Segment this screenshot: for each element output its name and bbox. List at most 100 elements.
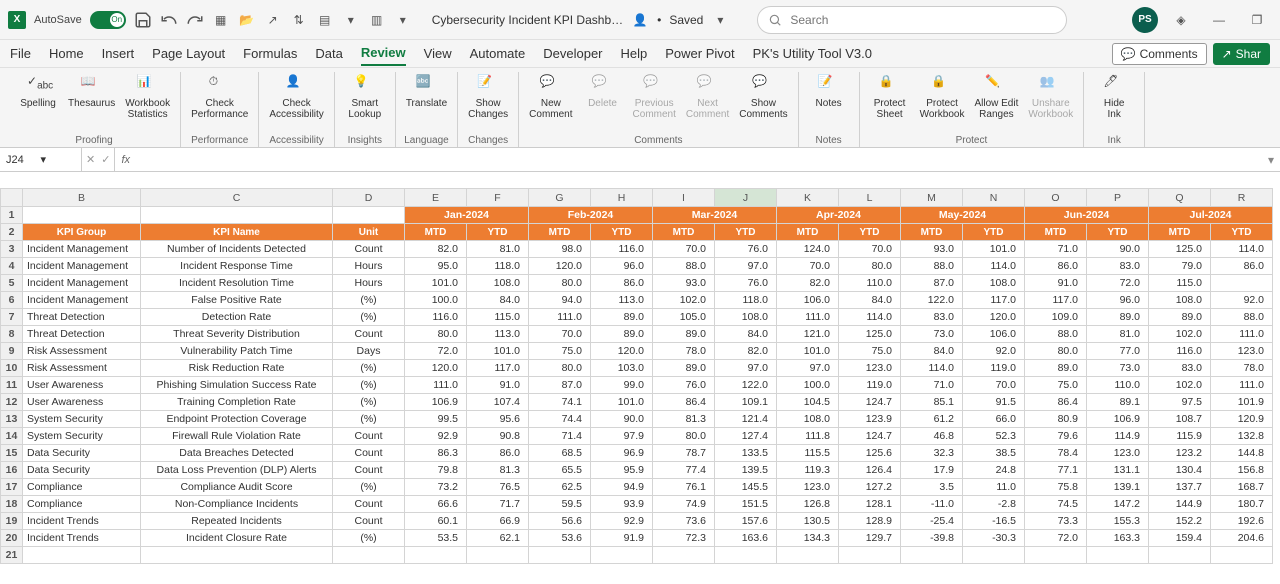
cell-value[interactable]: 137.7	[1149, 479, 1211, 496]
cell-kpi[interactable]: False Positive Rate	[141, 292, 333, 309]
tab-utility[interactable]: PK's Utility Tool V3.0	[753, 42, 872, 65]
undo-icon[interactable]	[160, 11, 178, 29]
cell-value[interactable]: 68.5	[529, 445, 591, 462]
search-input[interactable]	[790, 13, 1056, 27]
cell-value[interactable]: 71.0	[1025, 241, 1087, 258]
cell-value[interactable]: 70.0	[529, 326, 591, 343]
cell-value[interactable]: 180.7	[1211, 496, 1273, 513]
cell[interactable]	[333, 207, 405, 224]
cell-value[interactable]: -2.8	[963, 496, 1025, 513]
cell-value[interactable]: 86.4	[1025, 394, 1087, 411]
row-header-7[interactable]: 7	[1, 309, 23, 326]
cell-value[interactable]: 71.7	[467, 496, 529, 513]
autosave-toggle[interactable]: On	[90, 11, 126, 29]
column-header-N[interactable]: N	[963, 189, 1025, 207]
sub-header[interactable]: YTD	[467, 224, 529, 241]
redo-icon[interactable]	[186, 11, 204, 29]
column-header-R[interactable]: R	[1211, 189, 1273, 207]
cell[interactable]	[141, 547, 333, 564]
cell-value[interactable]: 126.4	[839, 462, 901, 479]
cell-group[interactable]: Risk Assessment	[23, 360, 141, 377]
cell-group[interactable]: Threat Detection	[23, 309, 141, 326]
cell-value[interactable]: 96.0	[591, 258, 653, 275]
check-accessibility-button[interactable]: 👤CheckAccessibility	[265, 72, 327, 122]
cell-value[interactable]: 119.0	[839, 377, 901, 394]
cell-value[interactable]: -11.0	[901, 496, 963, 513]
cell-value[interactable]: 119.0	[963, 360, 1025, 377]
accept-formula-icon[interactable]: ✓	[101, 153, 110, 166]
cell-value[interactable]: 53.6	[529, 530, 591, 547]
notes-button[interactable]: 📝Notes	[805, 72, 853, 111]
cell-value[interactable]: 81.3	[467, 462, 529, 479]
cell[interactable]	[333, 547, 405, 564]
cell-value[interactable]: 116.0	[591, 241, 653, 258]
show-comments-button[interactable]: 💬ShowComments	[735, 72, 791, 122]
cell-kpi[interactable]: Risk Reduction Rate	[141, 360, 333, 377]
cell-value[interactable]: 89.0	[591, 326, 653, 343]
cell-value[interactable]: 88.0	[1025, 326, 1087, 343]
sub-header[interactable]: YTD	[839, 224, 901, 241]
cell-kpi[interactable]: Non-Compliance Incidents	[141, 496, 333, 513]
share-button[interactable]: ↗ Shar	[1213, 43, 1270, 65]
cell-value[interactable]: 80.0	[529, 360, 591, 377]
cell-value[interactable]: 91.5	[963, 394, 1025, 411]
name-box[interactable]: J24▾	[0, 148, 82, 171]
cell-value[interactable]: 11.0	[963, 479, 1025, 496]
cell-value[interactable]: -30.3	[963, 530, 1025, 547]
cell-value[interactable]: 108.0	[467, 275, 529, 292]
sub-header[interactable]: YTD	[715, 224, 777, 241]
table-icon[interactable]: ▤	[316, 11, 334, 29]
cell-value[interactable]: 117.0	[963, 292, 1025, 309]
cell-value[interactable]: 108.7	[1149, 411, 1211, 428]
chevron-down-icon[interactable]: ▾	[41, 153, 76, 166]
row-header-18[interactable]: 18	[1, 496, 23, 513]
cell-value[interactable]: 53.5	[405, 530, 467, 547]
cell-value[interactable]: 155.3	[1087, 513, 1149, 530]
cell-value[interactable]: 65.5	[529, 462, 591, 479]
cell-value[interactable]: 76.0	[715, 275, 777, 292]
cell-value[interactable]: 74.5	[1025, 496, 1087, 513]
cell-group[interactable]: Incident Management	[23, 258, 141, 275]
cell-value[interactable]: 126.8	[777, 496, 839, 513]
cell-value[interactable]: 125.0	[839, 326, 901, 343]
cell-value[interactable]: 82.0	[405, 241, 467, 258]
cell-value[interactable]: 94.9	[591, 479, 653, 496]
cell-value[interactable]: 111.0	[1211, 377, 1273, 394]
cell[interactable]	[141, 207, 333, 224]
cell-value[interactable]: 73.2	[405, 479, 467, 496]
row-header-20[interactable]: 20	[1, 530, 23, 547]
minimize-icon[interactable]: —	[1204, 5, 1234, 35]
cell-kpi[interactable]: Data Breaches Detected	[141, 445, 333, 462]
cell-group[interactable]: Incident Trends	[23, 530, 141, 547]
tab-file[interactable]: File	[10, 42, 31, 65]
hide-ink-button[interactable]: 🖊HideInk	[1090, 72, 1138, 122]
cell-value[interactable]: 89.0	[1025, 360, 1087, 377]
cell-group[interactable]: Compliance	[23, 496, 141, 513]
cell-value[interactable]: 93.0	[653, 275, 715, 292]
cell-value[interactable]: 115.0	[467, 309, 529, 326]
cell-value[interactable]: 110.0	[1087, 377, 1149, 394]
cell-value[interactable]: 87.0	[529, 377, 591, 394]
cell-group[interactable]: User Awareness	[23, 394, 141, 411]
cell-unit[interactable]: (%)	[333, 411, 405, 428]
cell-value[interactable]: 90.0	[1087, 241, 1149, 258]
tab-formulas[interactable]: Formulas	[243, 42, 297, 65]
cell-value[interactable]: 115.0	[1149, 275, 1211, 292]
column-header-M[interactable]: M	[901, 189, 963, 207]
cell-value[interactable]: 97.0	[715, 360, 777, 377]
cell-value[interactable]: 76.5	[467, 479, 529, 496]
cell[interactable]	[1211, 547, 1273, 564]
cell-value[interactable]: 123.0	[777, 479, 839, 496]
column-header-Q[interactable]: Q	[1149, 189, 1211, 207]
tab-home[interactable]: Home	[49, 42, 84, 65]
insert-table-icon[interactable]: ▥	[368, 11, 386, 29]
cell-group[interactable]: Incident Trends	[23, 513, 141, 530]
cell-value[interactable]: 92.0	[963, 343, 1025, 360]
cell-value[interactable]: 91.0	[467, 377, 529, 394]
tab-page-layout[interactable]: Page Layout	[152, 42, 225, 65]
fx-icon[interactable]: fx	[115, 154, 136, 166]
cell-value[interactable]: 122.0	[715, 377, 777, 394]
cell-value[interactable]: 128.1	[839, 496, 901, 513]
cancel-formula-icon[interactable]: ✕	[86, 153, 95, 166]
spelling-button[interactable]: ✓abcSpelling	[14, 72, 62, 111]
